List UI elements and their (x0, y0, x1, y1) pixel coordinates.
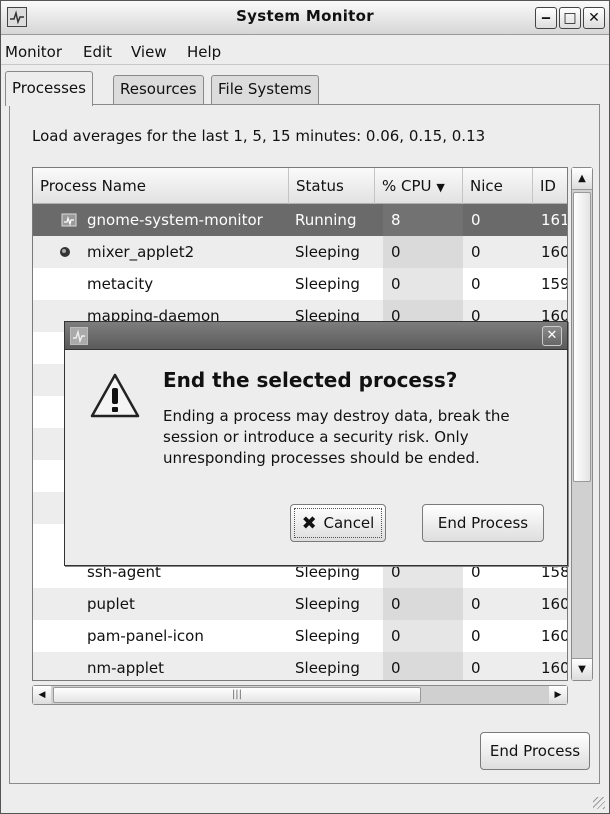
column-header-cpu[interactable]: % CPU ▼ (375, 168, 463, 204)
end-process-dialog: ✕ End the selected process? Ending a pro… (64, 321, 568, 566)
process-cpu: 0 (383, 652, 463, 680)
process-status: Sleeping (295, 595, 360, 613)
dialog-end-process-button[interactable]: End Process (422, 504, 544, 542)
process-status: Sleeping (295, 243, 360, 261)
column-header-nice[interactable]: Nice (463, 168, 533, 204)
process-id: 161 (541, 211, 568, 229)
scroll-left-icon[interactable]: ◀ (33, 686, 51, 704)
dialog-title-bar[interactable]: ✕ (65, 322, 567, 350)
minimize-button[interactable]: ‒ (535, 7, 557, 29)
title-bar[interactable]: System Monitor ‒ □ ✕ (1, 1, 609, 35)
table-row[interactable]: mixer_applet2 Sleeping 0 0 160 (33, 236, 568, 268)
column-header-status[interactable]: Status (289, 168, 375, 204)
process-nice: 0 (471, 659, 481, 677)
speaker-process-icon (57, 245, 73, 259)
close-button[interactable]: ✕ (583, 7, 605, 29)
horizontal-scroll-thumb[interactable]: ||| (53, 687, 421, 703)
table-header: Process Name Status % CPU ▼ Nice ID (33, 168, 567, 204)
process-name: nm-applet (87, 659, 165, 677)
close-icon: ✕ (546, 328, 558, 343)
dialog-heading: End the selected process? (163, 368, 458, 392)
process-id: 160 (541, 243, 568, 261)
window-title: System Monitor (236, 7, 374, 25)
scroll-down-icon[interactable]: ▼ (572, 658, 592, 680)
menu-edit[interactable]: Edit (83, 43, 112, 61)
process-name: pam-panel-icon (87, 627, 204, 645)
process-nice: 0 (471, 275, 481, 293)
process-nice: 0 (471, 211, 481, 229)
process-cpu: 0 (383, 588, 463, 620)
status-bar (1, 791, 609, 813)
process-name: metacity (87, 275, 154, 293)
maximize-icon: □ (563, 10, 577, 26)
tab-file-systems[interactable]: File Systems (211, 75, 319, 105)
vertical-scroll-thumb[interactable] (573, 192, 591, 482)
process-nice: 0 (471, 243, 481, 261)
monitor-process-icon (61, 213, 77, 227)
end-process-button[interactable]: End Process (480, 732, 590, 770)
menu-monitor[interactable]: Monitor (5, 43, 62, 61)
system-monitor-app-icon[interactable] (70, 327, 88, 345)
tab-resources[interactable]: Resources (113, 75, 204, 105)
table-row[interactable]: metacity Sleeping 0 0 159 (33, 268, 568, 300)
process-cpu: 8 (383, 204, 463, 236)
process-id: 160 (541, 595, 568, 613)
column-header-cpu-label: % CPU (382, 177, 432, 195)
process-id: 160 (541, 627, 568, 645)
process-cpu: 0 (383, 268, 463, 300)
table-row[interactable]: gnome-system-monitor Running 8 0 161 (33, 204, 568, 236)
close-icon: ✕ (588, 10, 600, 26)
process-cpu: 0 (383, 620, 463, 652)
sort-descending-icon: ▼ (436, 181, 445, 194)
process-nice: 0 (471, 595, 481, 613)
menu-help[interactable]: Help (187, 43, 221, 61)
focus-ring (294, 508, 382, 538)
column-header-id[interactable]: ID (533, 168, 567, 204)
process-id: 159 (541, 275, 568, 293)
vertical-scrollbar[interactable]: ▲ ▼ (571, 167, 593, 681)
process-status: Sleeping (295, 659, 360, 677)
warning-icon (89, 372, 141, 420)
cancel-button[interactable]: ✖ Cancel (290, 504, 386, 542)
process-status: Sleeping (295, 275, 360, 293)
process-name: gnome-system-monitor (87, 211, 263, 229)
table-row[interactable]: puplet Sleeping 0 0 160 (33, 588, 568, 620)
dialog-message: Ending a process may destroy data, break… (163, 407, 510, 467)
column-header-process-name[interactable]: Process Name (33, 168, 289, 204)
process-id: 160 (541, 659, 568, 677)
process-nice: 0 (471, 627, 481, 645)
menu-view[interactable]: View (131, 43, 167, 61)
process-status: Running (295, 211, 357, 229)
table-row[interactable]: nm-applet Sleeping 0 0 160 (33, 652, 568, 680)
process-cpu: 0 (383, 236, 463, 268)
resize-grip-icon[interactable] (593, 797, 605, 809)
process-name: mixer_applet2 (87, 243, 195, 261)
load-averages-label: Load averages for the last 1, 5, 15 minu… (32, 127, 486, 145)
horizontal-scrollbar[interactable]: ◀ ||| ▶ (32, 685, 568, 705)
scroll-up-icon[interactable]: ▲ (572, 168, 592, 190)
process-name: puplet (87, 595, 135, 613)
maximize-button[interactable]: □ (559, 7, 581, 29)
tab-bar: Processes Resources File Systems (1, 71, 609, 106)
minimize-icon: ‒ (541, 10, 551, 26)
scroll-right-icon[interactable]: ▶ (549, 686, 567, 704)
table-row[interactable]: pam-panel-icon Sleeping 0 0 160 (33, 620, 568, 652)
process-status: Sleeping (295, 627, 360, 645)
tab-processes[interactable]: Processes (5, 71, 93, 106)
dialog-close-button[interactable]: ✕ (542, 326, 562, 346)
menu-bar: Monitor Edit View Help (1, 39, 609, 65)
